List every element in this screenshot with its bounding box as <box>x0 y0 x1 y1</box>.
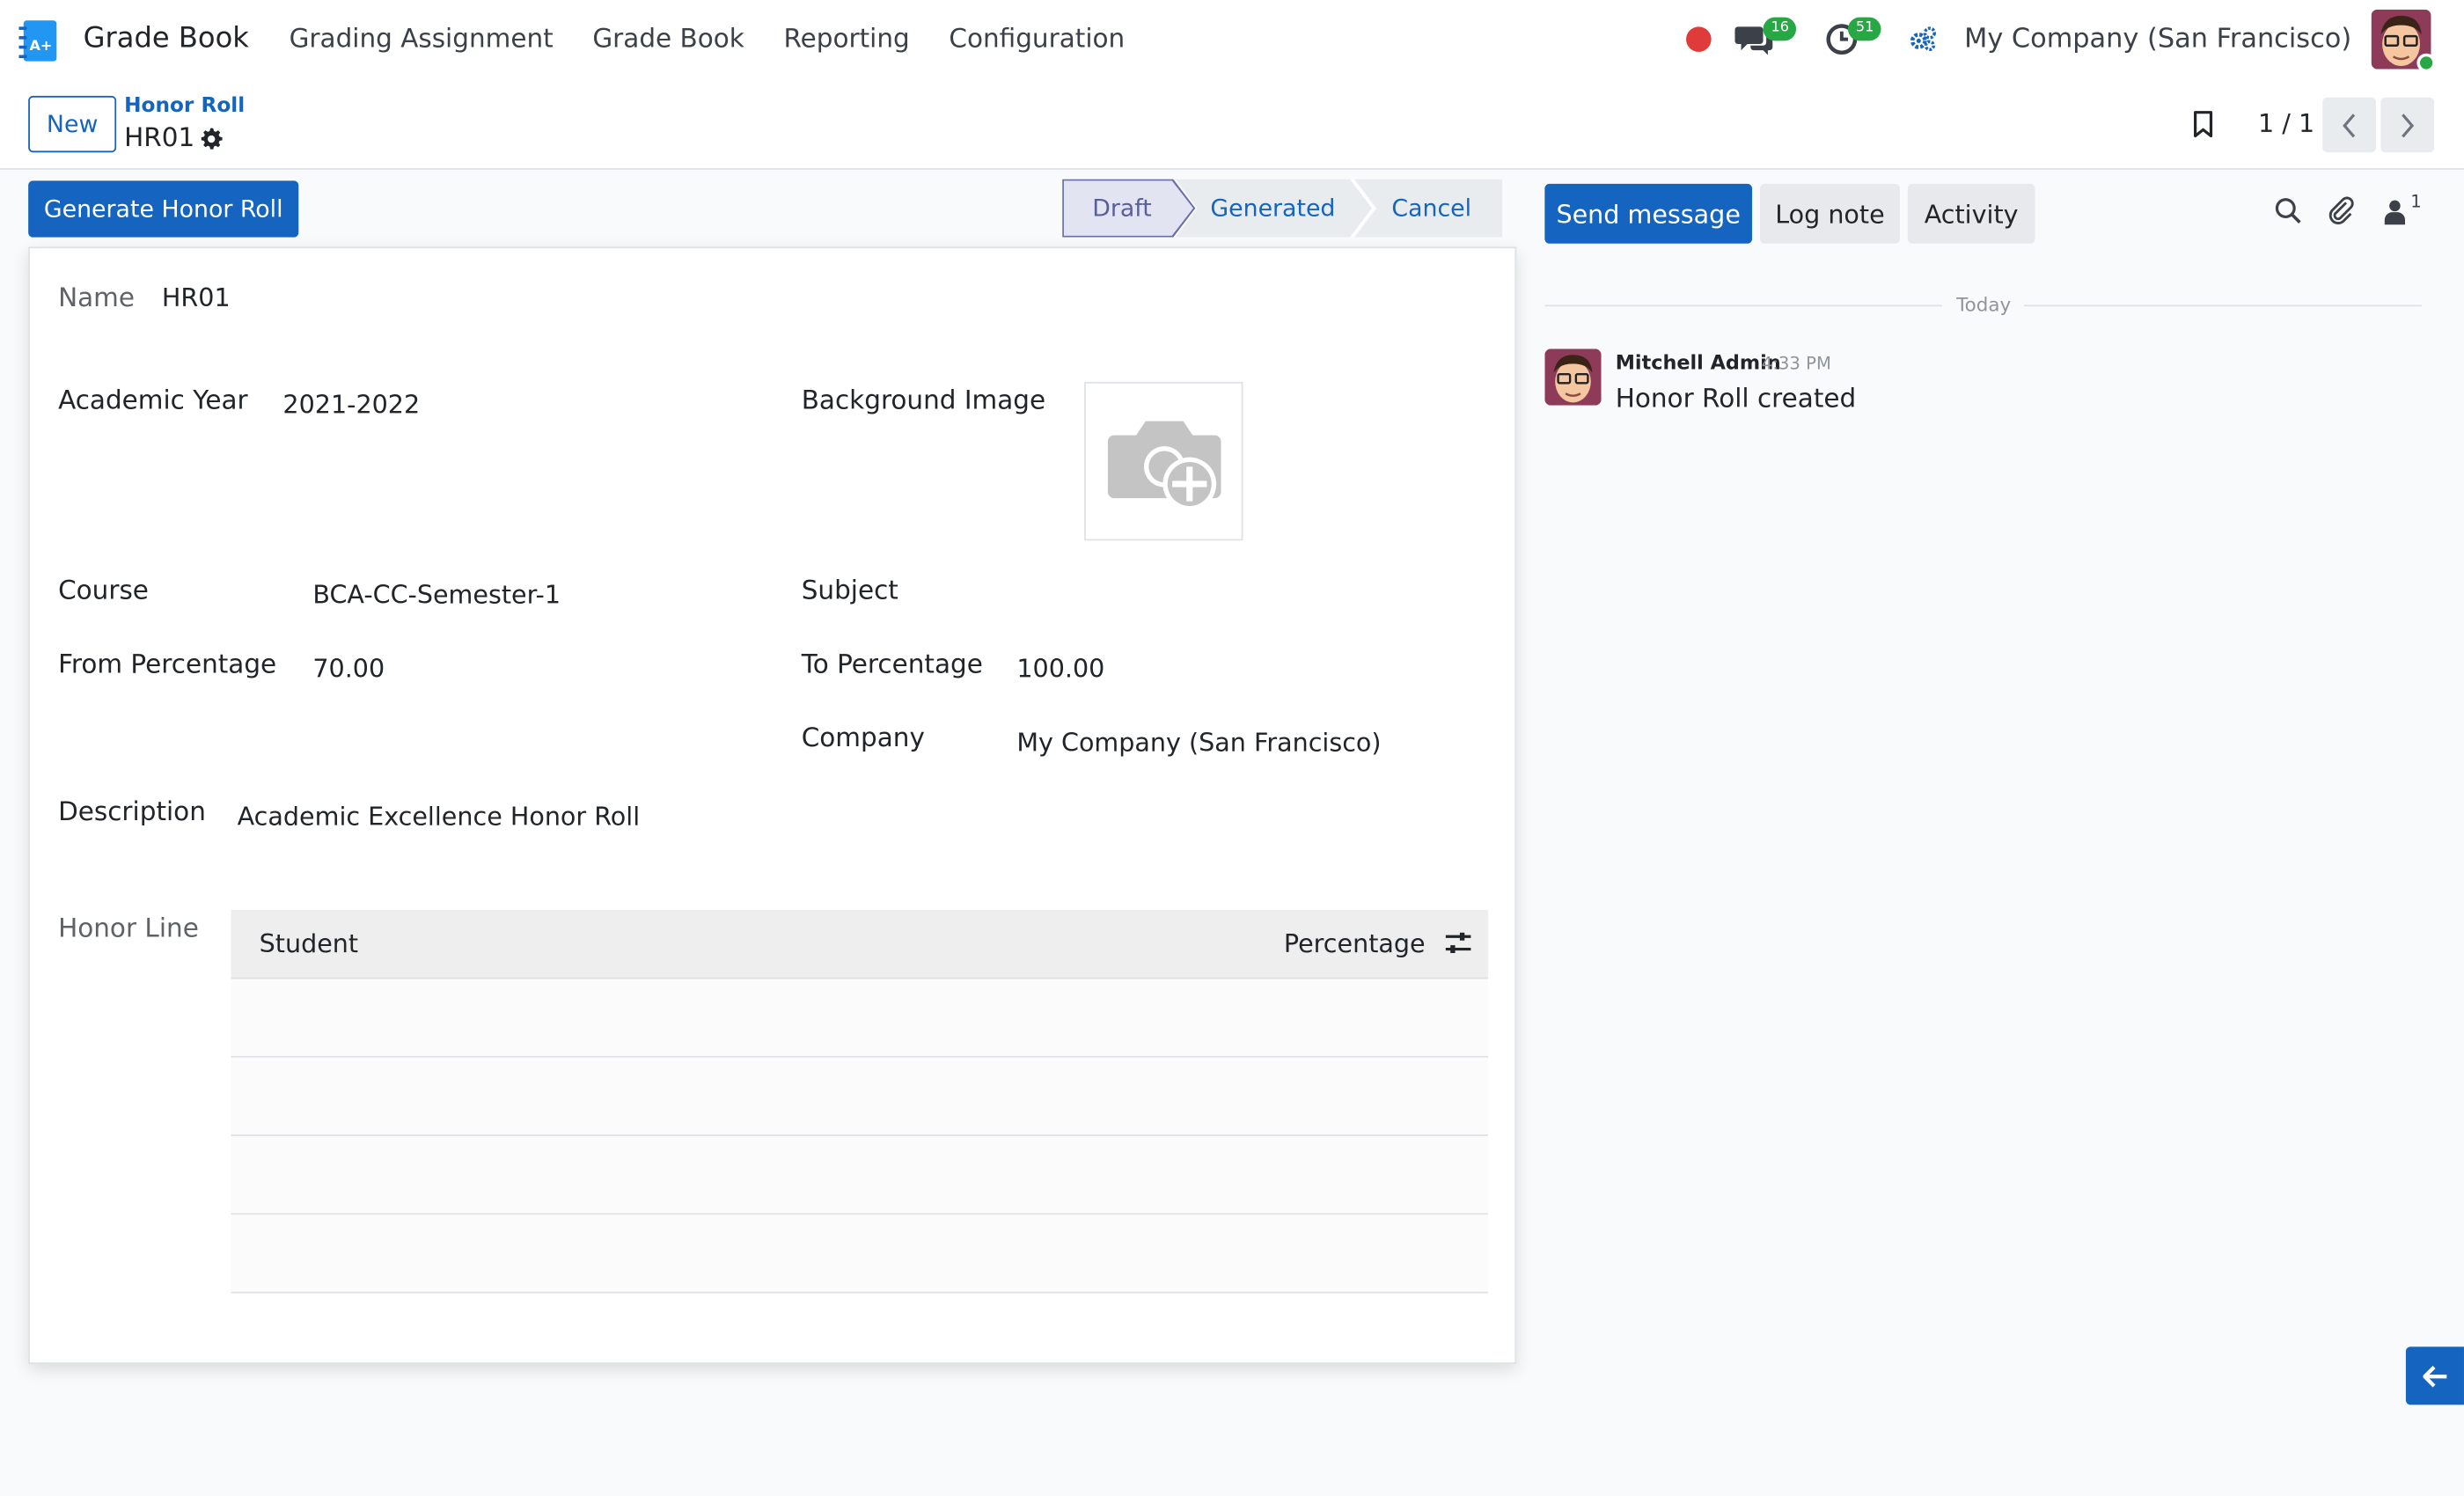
activity-button[interactable]: Activity <box>1907 183 2035 244</box>
from-percentage-label: From Percentage <box>58 649 277 679</box>
table-row[interactable] <box>231 979 1489 1058</box>
send-message-button[interactable]: Send message <box>1544 183 1753 244</box>
name-field[interactable]: HR01 <box>162 282 231 312</box>
table-header: Student Percentage <box>231 909 1489 979</box>
from-percentage-field[interactable]: 70.00 <box>312 654 385 684</box>
message-body: Honor Roll created <box>1615 383 1857 414</box>
main-menu: Grading Assignment Grade Book Reporting … <box>290 24 1164 54</box>
name-label: Name <box>58 282 136 313</box>
status-draft[interactable]: Draft <box>1092 195 1151 223</box>
honor-line-label: Honor Line <box>58 913 199 943</box>
company-switcher[interactable]: My Company (San Francisco) <box>1964 24 2351 55</box>
arrow-left-icon <box>2422 1365 2446 1387</box>
description-label: Description <box>58 796 206 827</box>
chevron-right-icon <box>2402 113 2415 137</box>
menu-grading-assignment[interactable]: Grading Assignment <box>290 24 554 54</box>
divider <box>1544 304 1943 307</box>
activity-count-badge: 51 <box>1847 17 1882 41</box>
online-status-icon <box>2416 53 2436 73</box>
status-generated[interactable]: Generated <box>1210 195 1335 223</box>
breadcrumb-honor-roll[interactable]: Honor Roll <box>124 94 245 118</box>
record-indicator-icon[interactable] <box>1686 26 1712 52</box>
gear-icon[interactable] <box>200 128 224 151</box>
form-sheet: Name HR01 Academic Year 2021-2022 Backgr… <box>28 246 1517 1364</box>
followers-user-icon[interactable] <box>2384 200 2406 225</box>
subject-label: Subject <box>801 575 898 605</box>
chat-count-badge: 16 <box>1763 17 1797 41</box>
pager-next-button[interactable] <box>2380 97 2435 153</box>
table-row[interactable] <box>231 1136 1489 1215</box>
camera-add-icon <box>1107 421 1221 511</box>
divider <box>2023 304 2422 307</box>
table-row[interactable] <box>231 1057 1489 1137</box>
toggle-chatter-button[interactable] <box>2405 1346 2464 1405</box>
pager-value[interactable]: 1 / 1 <box>2258 108 2314 138</box>
background-image-label: Background Image <box>801 385 1046 415</box>
description-field[interactable]: Academic Excellence Honor Roll <box>238 802 641 832</box>
message-author-avatar[interactable] <box>1544 348 1602 406</box>
chevron-left-icon <box>2343 113 2356 137</box>
paperclip-icon[interactable] <box>2328 196 2356 224</box>
new-button[interactable]: New <box>28 95 117 153</box>
honor-line-table: Student Percentage <box>231 909 1489 1294</box>
record-title: HR01 <box>124 122 195 153</box>
background-image-upload[interactable] <box>1084 381 1243 541</box>
company-label: Company <box>801 722 925 753</box>
log-note-button[interactable]: Log note <box>1759 183 1900 244</box>
column-student[interactable]: Student <box>260 928 358 958</box>
bookmark-icon[interactable] <box>2192 110 2214 138</box>
app-name[interactable]: Grade Book <box>84 22 249 55</box>
top-navbar: A+ Grade Book Grading Assignment Grade B… <box>0 0 2464 82</box>
grade-book-app-icon[interactable]: A+ <box>18 18 59 65</box>
generate-honor-roll-button[interactable]: Generate Honor Roll <box>28 180 299 238</box>
followers-count[interactable]: 1 <box>2410 192 2422 212</box>
menu-configuration[interactable]: Configuration <box>949 24 1125 54</box>
to-percentage-field[interactable]: 100.00 <box>1016 654 1104 684</box>
message-author[interactable]: Mitchell Admin <box>1616 350 1781 374</box>
switch-company-gears-icon[interactable] <box>1910 26 1938 54</box>
course-field[interactable]: BCA-CC-Semester-1 <box>312 580 561 610</box>
column-percentage[interactable]: Percentage <box>1284 928 1426 958</box>
message-time: 4:33 PM <box>1761 353 1831 374</box>
search-icon[interactable] <box>2274 196 2302 224</box>
pager-previous-button[interactable] <box>2322 97 2376 153</box>
course-label: Course <box>58 575 149 605</box>
academic-year-label: Academic Year <box>58 385 248 415</box>
to-percentage-label: To Percentage <box>801 649 983 679</box>
status-bar: Draft Generated Cancel <box>1062 179 1503 238</box>
svg-text:A+: A+ <box>29 37 52 54</box>
menu-reporting[interactable]: Reporting <box>784 24 910 54</box>
date-separator: Today <box>1956 293 2012 316</box>
column-options-icon[interactable] <box>1444 930 1472 956</box>
table-row[interactable] <box>231 1214 1489 1294</box>
menu-grade-book[interactable]: Grade Book <box>592 24 744 54</box>
control-panel: New Honor Roll HR01 1 / 1 <box>0 81 2464 170</box>
status-cancel[interactable]: Cancel <box>1391 195 1471 223</box>
company-field[interactable]: My Company (San Francisco) <box>1016 728 1381 758</box>
academic-year-field[interactable]: 2021-2022 <box>282 390 420 420</box>
